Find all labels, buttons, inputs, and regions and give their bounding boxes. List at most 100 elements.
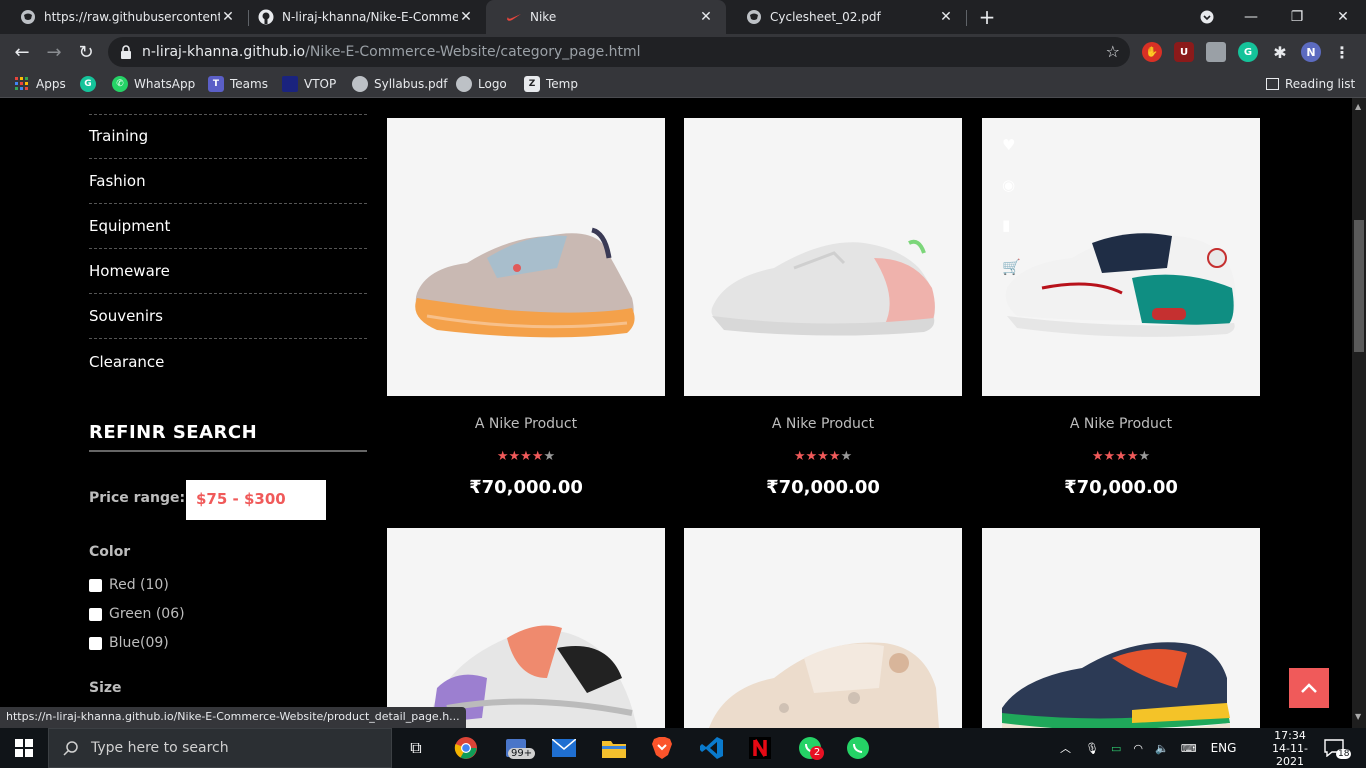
checkbox[interactable]: [89, 578, 102, 592]
tab-nike[interactable]: Nike ✕: [486, 0, 726, 34]
browser-toolbar: ← → ↻ n-liraj-khanna.github.io/Nike-E-Co…: [0, 34, 1366, 70]
category-label: Souvenirs: [89, 307, 163, 325]
category-clearance[interactable]: Clearance: [89, 339, 367, 384]
product-image-5[interactable]: [684, 528, 962, 728]
category-fashion[interactable]: Fashion: [89, 159, 367, 204]
vscode-icon[interactable]: [698, 734, 726, 762]
profile-avatar[interactable]: N: [1301, 42, 1321, 62]
volume-icon[interactable]: 🔈: [1155, 742, 1169, 755]
product-image-2[interactable]: [684, 118, 962, 396]
back-arrow-icon[interactable]: ←: [8, 38, 36, 66]
notification-center-icon[interactable]: 18: [1324, 728, 1359, 768]
close-window-icon[interactable]: ✕: [1320, 0, 1366, 34]
ublock-icon[interactable]: U: [1174, 42, 1194, 62]
product-title[interactable]: A Nike Product: [982, 416, 1260, 432]
bookmark-logo[interactable]: Logo: [456, 75, 507, 93]
close-icon[interactable]: ✕: [220, 9, 236, 25]
chrome-icon[interactable]: [452, 734, 480, 762]
page-scrollbar[interactable]: ▲ ▼: [1352, 98, 1366, 728]
bookmark-vtop[interactable]: VTOP: [282, 75, 336, 93]
back-to-top-button[interactable]: [1289, 668, 1329, 708]
adblock-icon[interactable]: ✋: [1142, 42, 1162, 62]
lock-icon: [121, 45, 131, 59]
whatsapp-icon[interactable]: [844, 734, 872, 762]
category-homeware[interactable]: Homeware: [89, 249, 367, 294]
color-option-red[interactable]: Red (10): [89, 577, 169, 593]
cart-icon[interactable]: 🛒: [1002, 258, 1021, 276]
category-souvenirs[interactable]: Souvenirs: [89, 294, 367, 339]
puzzle-icon[interactable]: ✱: [1270, 42, 1290, 62]
heart-icon[interactable]: ♥: [1002, 136, 1015, 154]
language-indicator[interactable]: ENG: [1211, 741, 1237, 755]
minimize-icon[interactable]: —: [1228, 0, 1274, 34]
tab-title: N-liraj-khanna/Nike-E-Commerce: [282, 10, 458, 24]
reading-list-button[interactable]: Reading list: [1266, 75, 1355, 93]
file-explorer-icon[interactable]: [600, 734, 628, 762]
close-icon[interactable]: ✕: [698, 9, 714, 25]
netflix-icon[interactable]: [746, 734, 774, 762]
color-option-blue[interactable]: Blue(09): [89, 635, 169, 651]
bookmark-temp[interactable]: Z Temp: [524, 75, 578, 93]
checkbox[interactable]: [89, 607, 102, 621]
bookmark-whatsapp[interactable]: ✆ WhatsApp: [112, 75, 195, 93]
keyboard-icon[interactable]: ⌨: [1181, 742, 1197, 755]
sneaker-image: [415, 227, 635, 338]
mail-icon[interactable]: [550, 734, 578, 762]
reload-icon[interactable]: ↻: [72, 38, 100, 66]
chevron-up-icon[interactable]: ︿: [1060, 740, 1071, 756]
scrollbar-thumb[interactable]: [1354, 220, 1364, 352]
reading-list-label: Reading list: [1285, 77, 1356, 91]
extension-icon[interactable]: [1206, 42, 1226, 62]
product-image-1[interactable]: [387, 118, 665, 396]
bookmark-star-icon[interactable]: ☆: [1106, 42, 1120, 61]
tab-search-icon[interactable]: [1184, 0, 1230, 34]
product-title[interactable]: A Nike Product: [684, 416, 962, 432]
category-equipment[interactable]: Equipment: [89, 204, 367, 249]
brave-icon[interactable]: [648, 734, 676, 762]
product-image-3[interactable]: ♥ ◉ ▮ 🛒: [982, 118, 1260, 396]
bookmark-apps[interactable]: Apps: [14, 75, 66, 93]
bookmark-grammarly[interactable]: G: [80, 75, 102, 93]
eye-icon[interactable]: ◉: [1002, 176, 1015, 194]
bookmark-label: Teams: [230, 77, 268, 91]
bookmark-label: WhatsApp: [134, 77, 196, 91]
task-view-icon[interactable]: ⧉: [402, 734, 430, 762]
bookmark-teams[interactable]: T Teams: [208, 75, 268, 93]
scroll-down-arrow-icon[interactable]: ▼: [1355, 712, 1361, 721]
close-icon[interactable]: ✕: [938, 9, 954, 25]
color-option-green[interactable]: Green (06): [89, 606, 185, 622]
refine-search-heading: REFINR SEARCH: [89, 422, 258, 443]
tab-raw-githubusercontent[interactable]: https://raw.githubusercontent.co ✕: [0, 0, 248, 34]
close-icon[interactable]: ✕: [458, 9, 474, 25]
new-tab-button[interactable]: +: [964, 0, 1010, 34]
compare-bars-icon[interactable]: ▮: [1002, 216, 1010, 234]
menu-kebab-icon[interactable]: ⋮: [1332, 42, 1352, 62]
scroll-up-arrow-icon[interactable]: ▲: [1355, 102, 1361, 111]
tab-cyclesheet[interactable]: Cyclesheet_02.pdf ✕: [726, 0, 966, 34]
forward-arrow-icon[interactable]: →: [40, 38, 68, 66]
url-host: n-liraj-khanna.github.io: [142, 44, 306, 60]
product-image-6[interactable]: [982, 528, 1260, 728]
category-training[interactable]: Training: [89, 114, 367, 159]
windows-taskbar: Type here to search ⧉ 99+ 2 ︿ 🎙 ▭ ◠ 🔈 ⌨ …: [0, 728, 1366, 768]
whatsapp-desktop-icon[interactable]: 2: [796, 734, 824, 762]
restore-icon[interactable]: ❐: [1274, 0, 1320, 34]
globe-icon: [746, 9, 762, 25]
checkbox[interactable]: [89, 636, 102, 650]
microphone-icon[interactable]: 🎙: [1085, 742, 1099, 755]
taskbar-search-input[interactable]: Type here to search: [48, 728, 392, 768]
bookmark-syllabus[interactable]: Syllabus.pdf: [352, 75, 448, 93]
wifi-icon[interactable]: ◠: [1133, 742, 1143, 755]
calendar-icon[interactable]: 99+: [502, 734, 536, 762]
product-title[interactable]: A Nike Product: [387, 416, 665, 432]
tab-title: Nike: [530, 10, 557, 24]
clock[interactable]: 17:34 14-11-2021: [1262, 728, 1318, 768]
windows-start-icon[interactable]: [10, 734, 38, 762]
product-image-4[interactable]: [387, 528, 665, 728]
tab-github-repo[interactable]: N-liraj-khanna/Nike-E-Commerce ✕: [238, 0, 486, 34]
price-range-input[interactable]: $75 - $300: [186, 480, 326, 520]
grammarly-icon[interactable]: G: [1238, 42, 1258, 62]
address-bar[interactable]: n-liraj-khanna.github.io/Nike-E-Commerce…: [108, 37, 1130, 67]
sneaker-image: [1005, 233, 1236, 337]
battery-icon[interactable]: ▭: [1111, 742, 1121, 755]
